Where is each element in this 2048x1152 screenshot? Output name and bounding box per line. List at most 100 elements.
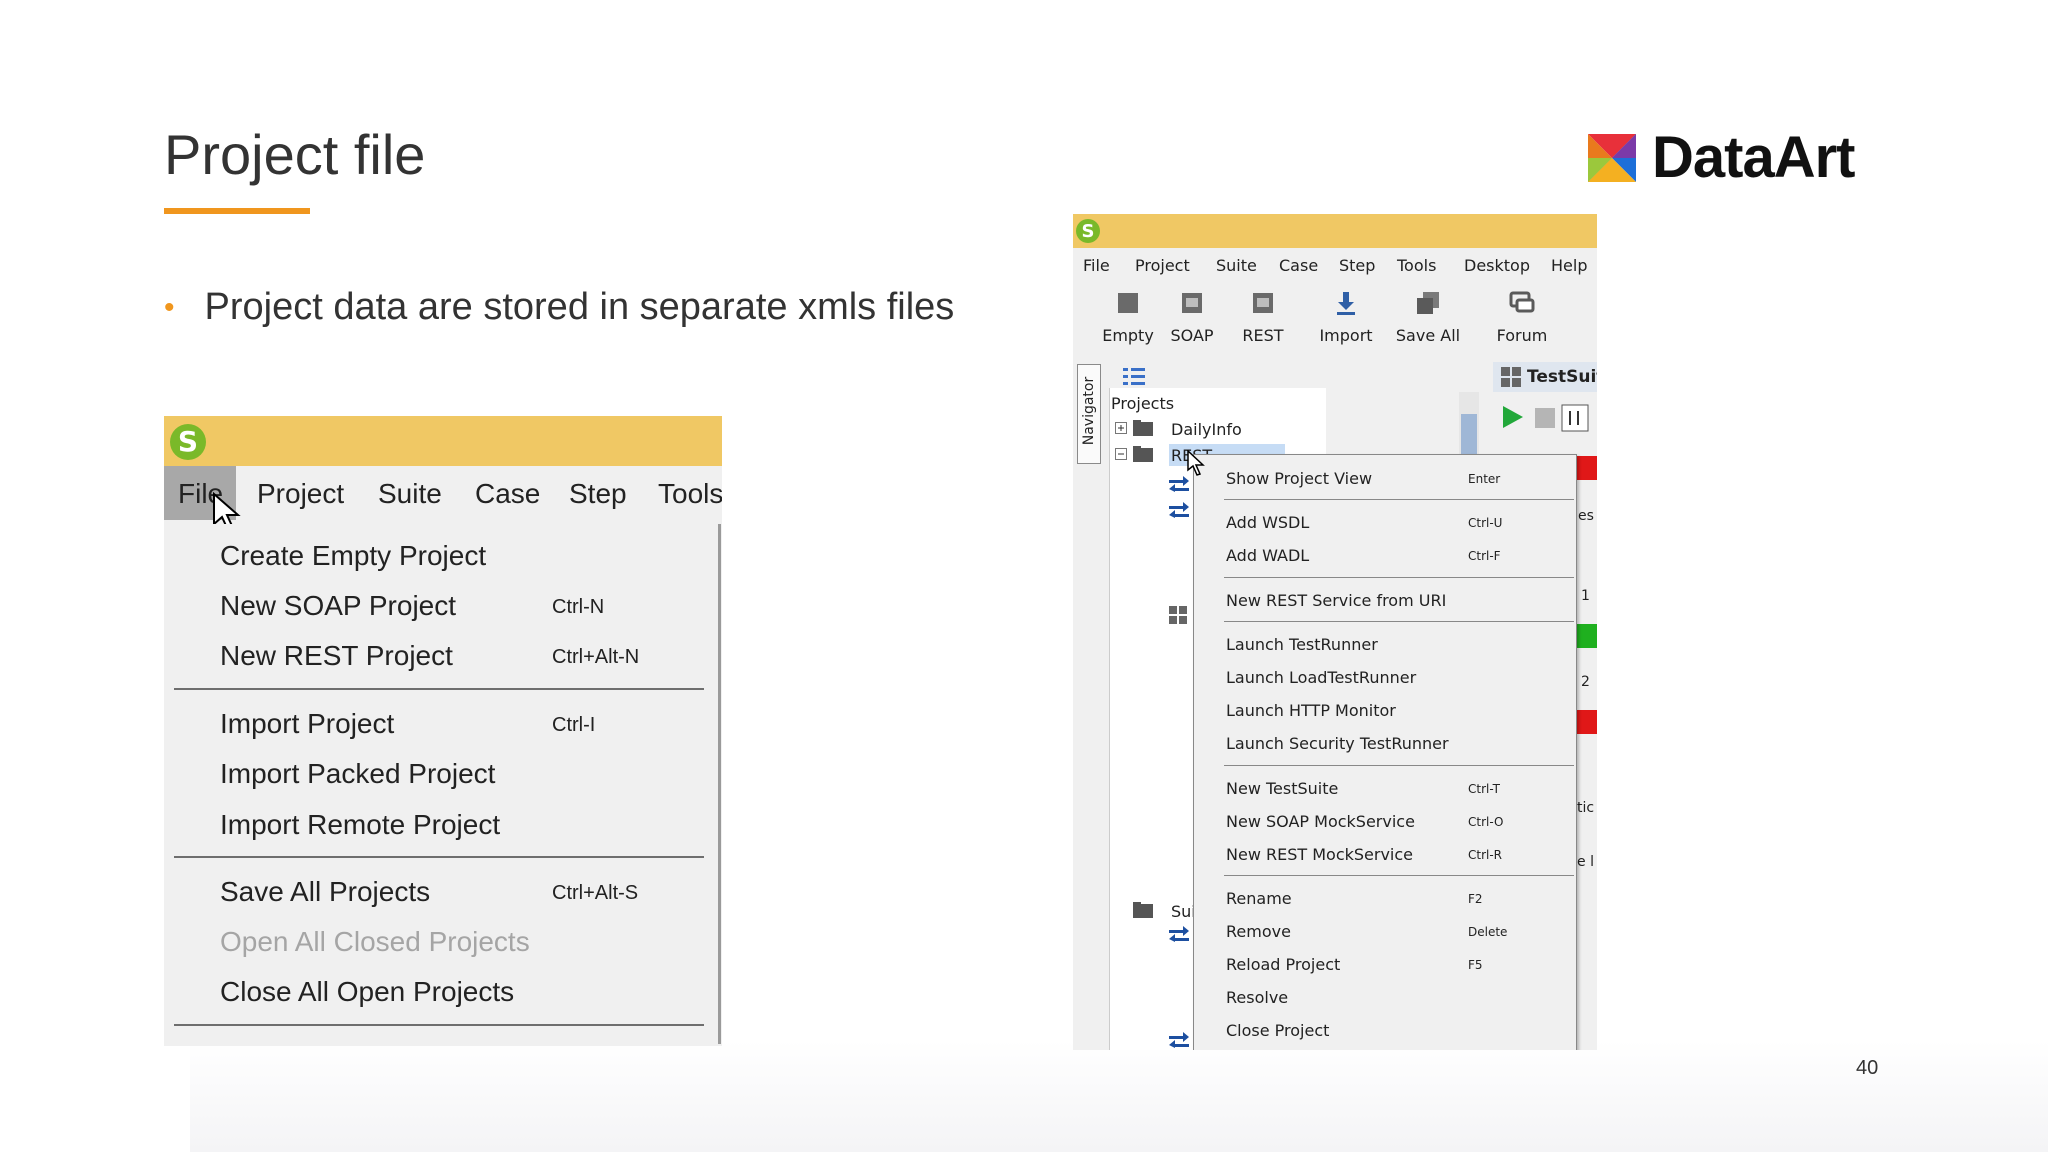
- mouse-cursor-icon: [1187, 450, 1205, 476]
- file-dropdown-menu: Create Empty Project New SOAP Project Ct…: [174, 524, 721, 1044]
- toolbar-label: Save All: [1395, 326, 1461, 345]
- panel-fragment: 2: [1581, 674, 1590, 690]
- logo-text: DataArt: [1652, 125, 1855, 190]
- list-view-icon[interactable]: [1123, 366, 1147, 386]
- menu-item-close-all-open-projects[interactable]: Close All Open Projects: [220, 976, 514, 1008]
- menu-item-create-empty-project[interactable]: Create Empty Project: [220, 540, 486, 572]
- ctx-item-add-wsdl[interactable]: Add WSDL: [1226, 513, 1309, 532]
- soapui-logo-icon: S: [170, 424, 206, 460]
- shortcut-label: Ctrl-O: [1468, 815, 1504, 829]
- rest-service-icon: [1169, 476, 1189, 492]
- run-icon[interactable]: [1503, 406, 1523, 428]
- title-underline: [164, 208, 310, 214]
- menu-case[interactable]: Case: [475, 478, 540, 510]
- testsuite-panel-header[interactable]: TestSuit: [1493, 362, 1597, 392]
- panel-fragment: tic: [1577, 800, 1595, 816]
- menu-project[interactable]: Project: [1135, 256, 1190, 275]
- ctx-item-add-wadl[interactable]: Add WADL: [1226, 546, 1309, 565]
- menu-desktop[interactable]: Desktop: [1464, 256, 1530, 275]
- toolbar-rest-button[interactable]: REST: [1228, 290, 1298, 345]
- ctx-item-launch-http-monitor[interactable]: Launch HTTP Monitor: [1226, 701, 1396, 720]
- rest-service-icon: [1169, 1032, 1189, 1048]
- panel-fragment: e l: [1577, 854, 1594, 870]
- options-icon[interactable]: [1561, 404, 1589, 432]
- tree-item-dailyinfo[interactable]: DailyInfo: [1171, 420, 1242, 439]
- ctx-item-reload-project[interactable]: Reload Project: [1226, 955, 1340, 974]
- menu-item-save-all-projects[interactable]: Save All Projects: [220, 876, 430, 908]
- menu-tools[interactable]: Tools: [1397, 256, 1436, 275]
- project-context-menu-screenshot: S File Project Suite Case Step Tools Des…: [1073, 214, 1597, 1050]
- toolbar-label: REST: [1242, 326, 1284, 345]
- ctx-item-close-project[interactable]: Close Project: [1226, 1021, 1329, 1040]
- dataart-logo: DataArt: [1588, 124, 1855, 191]
- shortcut-label: Ctrl-N: [552, 596, 605, 618]
- menu-project[interactable]: Project: [257, 478, 344, 510]
- toolbar-empty-button[interactable]: Empty: [1093, 290, 1163, 345]
- bullet-dot-icon: •: [164, 290, 175, 324]
- menu-tools[interactable]: Tools: [658, 478, 722, 510]
- background-shade: [190, 1040, 2048, 1152]
- ctx-item-launch-security-testrunner[interactable]: Launch Security TestRunner: [1226, 734, 1449, 753]
- folder-icon: [1133, 446, 1153, 462]
- shortcut-label: Ctrl+Alt-N: [552, 646, 640, 668]
- forum-icon: [1509, 291, 1535, 313]
- collapse-icon[interactable]: [1115, 448, 1127, 460]
- shortcut-label: Enter: [1468, 472, 1501, 486]
- page-number: 40: [1856, 1057, 1879, 1079]
- ctx-item-show-project-view[interactable]: Show Project View: [1226, 469, 1372, 488]
- menu-separator: [1224, 499, 1574, 500]
- menu-step[interactable]: Step: [569, 478, 627, 510]
- rest-service-icon: [1169, 502, 1189, 518]
- toolbar-label: Empty: [1102, 326, 1154, 345]
- ctx-item-new-rest-service[interactable]: New REST Service from URI: [1226, 591, 1446, 610]
- menu-separator: [1224, 577, 1574, 578]
- ctx-item-new-rest-mockservice[interactable]: New REST MockService: [1226, 845, 1413, 864]
- bullet-point: • Project data are stored in separate xm…: [164, 286, 954, 329]
- panel-title: TestSuit: [1527, 367, 1597, 387]
- rest-project-icon: [1253, 293, 1273, 313]
- menu-item-new-soap-project[interactable]: New SOAP Project: [220, 590, 456, 622]
- menu-item-new-rest-project[interactable]: New REST Project: [220, 640, 453, 672]
- shortcut-label: Ctrl-U: [1468, 516, 1503, 530]
- toolbar-forum-button[interactable]: Forum: [1487, 290, 1557, 345]
- navigator-label: Navigator: [1081, 376, 1097, 446]
- ctx-item-new-soap-mockservice[interactable]: New SOAP MockService: [1226, 812, 1415, 831]
- menu-item-import-packed-project[interactable]: Import Packed Project: [220, 758, 495, 790]
- import-icon: [1337, 292, 1355, 315]
- svg-text:S: S: [1082, 221, 1095, 242]
- ctx-item-launch-testrunner[interactable]: Launch TestRunner: [1226, 635, 1378, 654]
- menu-case[interactable]: Case: [1279, 256, 1318, 275]
- ctx-item-rename[interactable]: Rename: [1226, 889, 1292, 908]
- menu-item-open-all-closed-projects: Open All Closed Projects: [220, 926, 530, 957]
- menu-suite[interactable]: Suite: [1216, 256, 1257, 275]
- expand-icon[interactable]: [1115, 422, 1127, 434]
- menu-separator: [1224, 621, 1574, 622]
- shortcut-label: Ctrl-T: [1468, 782, 1500, 796]
- testsuite-icon: [1169, 606, 1187, 624]
- toolbar-soap-button[interactable]: SOAP: [1157, 290, 1227, 345]
- menu-step[interactable]: Step: [1339, 256, 1375, 275]
- ctx-item-resolve[interactable]: Resolve: [1226, 988, 1288, 1007]
- menu-suite[interactable]: Suite: [378, 478, 442, 510]
- shortcut-label: F2: [1468, 892, 1483, 906]
- testsuite-icon: [1501, 367, 1521, 387]
- panel-fragment: 1: [1581, 588, 1590, 604]
- tree-root-projects[interactable]: Projects: [1111, 394, 1174, 413]
- toolbar-save-all-button[interactable]: Save All: [1393, 290, 1463, 345]
- navigator-tab[interactable]: Navigator: [1077, 364, 1101, 464]
- menu-item-import-project[interactable]: Import Project: [220, 708, 394, 740]
- toolbar-import-button[interactable]: Import: [1311, 290, 1381, 345]
- status-failed-bar: [1577, 710, 1597, 734]
- stop-icon[interactable]: [1535, 408, 1555, 428]
- menu-file[interactable]: File: [1083, 256, 1110, 275]
- menu-separator: [174, 856, 704, 858]
- ctx-item-remove[interactable]: Remove: [1226, 922, 1291, 941]
- save-all-icon: [1417, 292, 1439, 314]
- menu-item-import-remote-project[interactable]: Import Remote Project: [220, 809, 500, 841]
- menu-help[interactable]: Help: [1551, 256, 1587, 275]
- ctx-item-launch-loadtestrunner[interactable]: Launch LoadTestRunner: [1226, 668, 1416, 687]
- ctx-item-new-testsuite[interactable]: New TestSuite: [1226, 779, 1338, 798]
- shortcut-label: F5: [1468, 958, 1483, 972]
- menu-separator: [1224, 875, 1574, 876]
- shortcut-label: Ctrl+Alt-S: [552, 882, 639, 904]
